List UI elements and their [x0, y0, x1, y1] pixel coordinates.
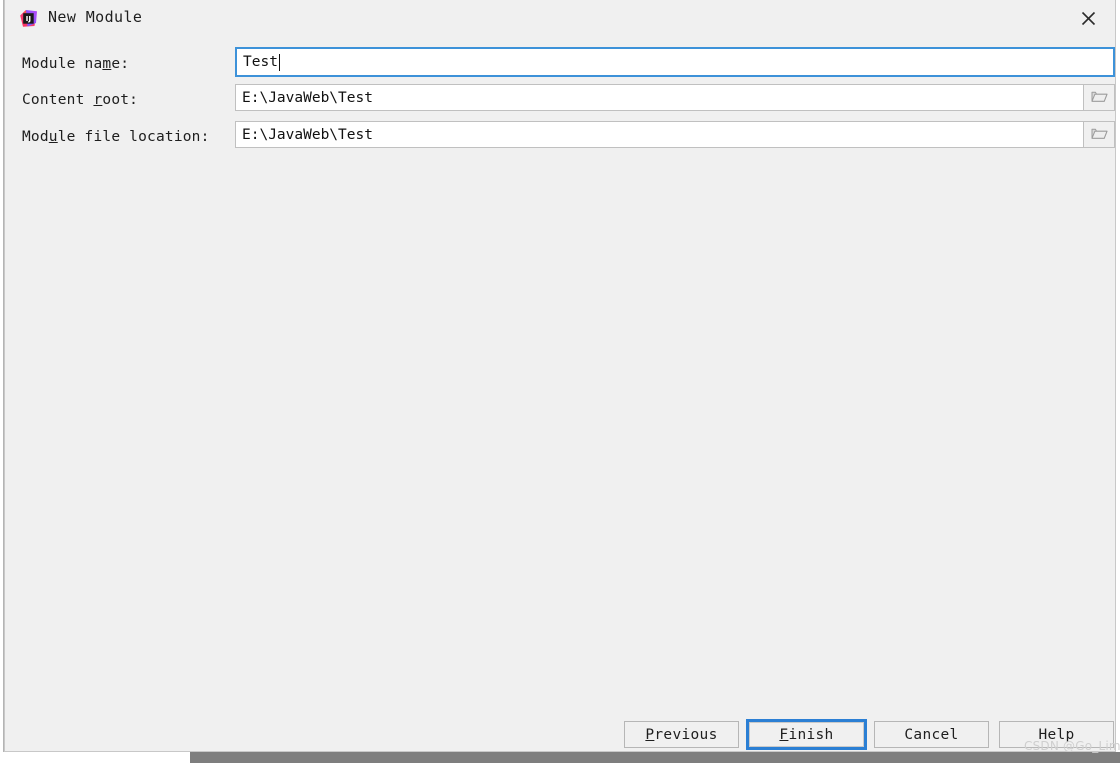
finish-button[interactable]: Finish [746, 719, 867, 750]
text-caret [278, 53, 280, 71]
finish-mnemonic: F [779, 726, 789, 743]
previous-button[interactable]: Previous [624, 721, 739, 748]
previous-mnemonic: P [645, 726, 655, 743]
finish-button-face: Finish [749, 722, 864, 747]
dialog-title: New Module [48, 8, 143, 26]
content-root-value: E:\JavaWeb\Test [242, 89, 373, 106]
intellij-idea-icon: IJ [19, 9, 38, 28]
watermark: CSDN @Go_Lim [1024, 739, 1120, 753]
window-drop-shadow [190, 752, 1120, 763]
svg-text:IJ: IJ [26, 14, 32, 23]
module-file-location-mnemonic: u [48, 129, 58, 145]
module-file-location-browse-button[interactable] [1083, 121, 1115, 148]
module-name-value: Test [243, 54, 278, 70]
close-button[interactable] [1067, 2, 1109, 34]
new-module-dialog: IJ New Module Module name: Test Content … [4, 0, 1120, 753]
folder-icon [1091, 88, 1108, 107]
module-name-label: Module name: [22, 56, 130, 72]
cancel-button[interactable]: Cancel [874, 721, 989, 748]
close-icon [1081, 11, 1096, 26]
content-root-input[interactable]: E:\JavaWeb\Test [235, 84, 1083, 111]
dialog-title-bar: IJ New Module [5, 0, 1115, 37]
module-file-location-value: E:\JavaWeb\Test [242, 126, 373, 143]
module-file-location-input[interactable]: E:\JavaWeb\Test [235, 121, 1083, 148]
cancel-label: Cancel [904, 726, 959, 743]
module-name-input[interactable]: Test [235, 47, 1115, 77]
module-name-mnemonic: m [102, 56, 112, 72]
module-file-location-label: Module file location: [22, 129, 210, 145]
folder-icon [1091, 125, 1108, 144]
content-root-browse-button[interactable] [1083, 84, 1115, 111]
content-root-label: Content root: [22, 92, 139, 108]
